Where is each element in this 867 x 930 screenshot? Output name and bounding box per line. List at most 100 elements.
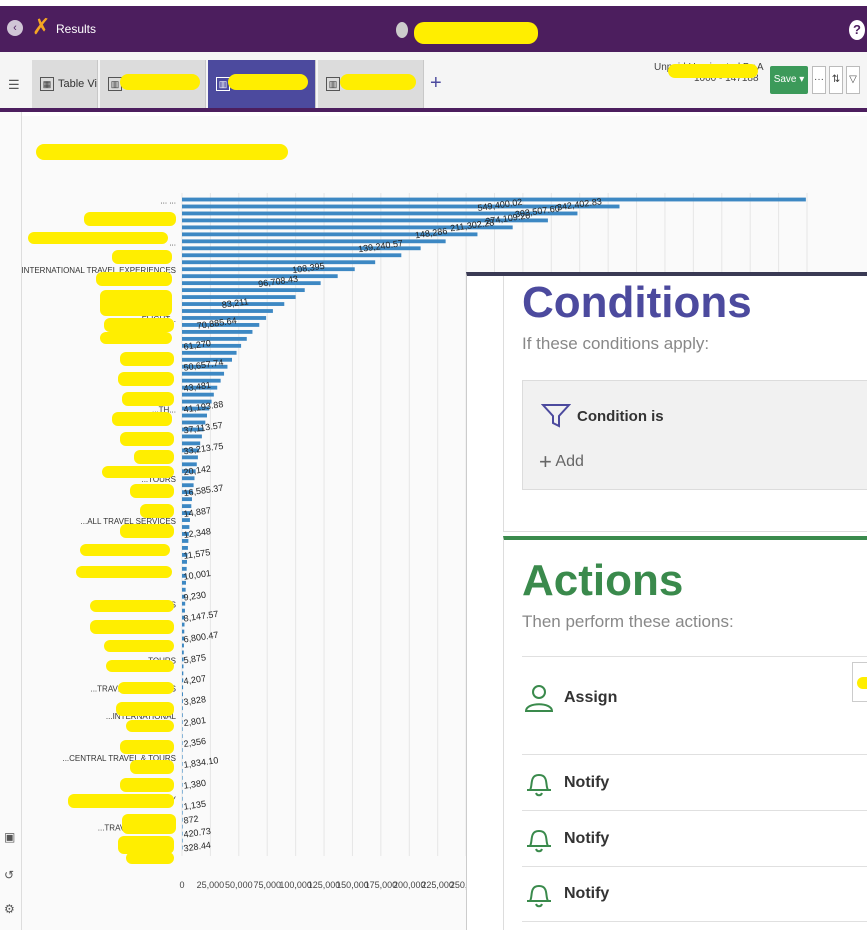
bell-icon xyxy=(527,885,551,908)
data-label: 4,207 xyxy=(183,673,207,686)
bar xyxy=(182,692,183,697)
bar xyxy=(182,685,184,690)
action-label: Notify xyxy=(564,829,610,847)
redaction-mark xyxy=(126,852,174,864)
redaction-mark xyxy=(120,524,174,538)
conditions-box: Condition is + Add xyxy=(522,380,867,490)
redaction-mark xyxy=(36,144,288,160)
redaction-mark xyxy=(120,432,174,446)
redaction-mark xyxy=(140,504,174,518)
redaction-mark xyxy=(112,250,172,264)
redaction-mark xyxy=(668,64,758,78)
category-label: ... xyxy=(169,238,176,247)
app-window: ‹ ✗ Results ? ☰ ▦ Table View ▥ ▥ ▥ + Unp… xyxy=(0,0,867,930)
redaction-mark xyxy=(134,450,174,464)
redaction-mark xyxy=(112,412,172,426)
bar xyxy=(182,768,183,773)
add-condition-button[interactable]: + Add xyxy=(539,449,584,475)
bar xyxy=(182,713,183,718)
bar xyxy=(182,260,376,265)
redaction-mark xyxy=(76,566,172,578)
bell-icon xyxy=(527,773,551,796)
redaction-mark xyxy=(118,372,174,386)
conditions-subtitle: If these conditions apply: xyxy=(522,334,710,353)
data-label: 5,875 xyxy=(183,652,207,665)
bar xyxy=(182,281,321,286)
redaction-mark xyxy=(118,682,174,694)
redaction-mark xyxy=(96,272,172,286)
bar xyxy=(182,755,183,759)
bar xyxy=(182,253,402,258)
filter-funnel-icon xyxy=(541,404,571,428)
add-label: Add xyxy=(555,453,584,470)
bar xyxy=(182,748,183,752)
conditions-title: Conditions xyxy=(522,278,752,327)
bar xyxy=(182,587,186,592)
redaction-mark xyxy=(120,74,200,90)
condition-row[interactable]: Condition is xyxy=(541,403,664,429)
data-label: 3,828 xyxy=(183,694,207,707)
data-label: 6,800.47 xyxy=(183,630,219,645)
action-label: Notify xyxy=(564,885,610,902)
data-label: 872 xyxy=(183,814,199,826)
action-row-assign[interactable]: Assign xyxy=(522,656,867,738)
bar xyxy=(182,608,185,613)
bar xyxy=(182,274,338,279)
bar xyxy=(182,329,253,334)
redaction-mark xyxy=(122,392,174,406)
plus-icon: + xyxy=(539,449,552,474)
data-label: 1,380 xyxy=(183,778,207,791)
bar xyxy=(182,650,184,655)
rule-panel: Conditions If these conditions apply: Co… xyxy=(466,272,867,930)
bar xyxy=(182,664,184,669)
redaction-mark xyxy=(118,836,174,854)
data-label: 8,147.57 xyxy=(183,609,219,624)
action-label: Notify xyxy=(564,773,610,791)
user-icon xyxy=(524,684,554,712)
redaction-mark xyxy=(120,352,174,366)
bar xyxy=(182,309,273,313)
action-row-notify-2[interactable]: Notify xyxy=(522,810,867,866)
redaction-mark xyxy=(120,740,174,754)
redaction-mark xyxy=(104,640,174,652)
data-label: 1,135 xyxy=(183,799,207,812)
bar xyxy=(182,267,355,272)
data-label: 2,801 xyxy=(183,715,207,728)
bar xyxy=(182,706,183,711)
redaction-mark xyxy=(80,544,170,556)
actions-title: Actions xyxy=(522,556,684,605)
bar xyxy=(182,392,214,397)
bar xyxy=(182,371,225,376)
redaction-mark xyxy=(104,318,174,332)
redaction-mark xyxy=(126,720,174,732)
data-label: 9,230 xyxy=(183,590,207,603)
redaction-mark xyxy=(120,778,174,792)
redaction-mark xyxy=(100,332,172,344)
action-row-notify-1[interactable]: Notify xyxy=(522,754,867,810)
bar xyxy=(182,789,183,794)
bar xyxy=(182,796,183,801)
redaction-mark xyxy=(340,74,416,90)
data-label: 2,356 xyxy=(183,736,207,749)
x-tick-label: 75,000 xyxy=(253,880,281,890)
action-row-notify-3[interactable]: Notify xyxy=(522,866,867,922)
redaction-mark xyxy=(122,814,176,834)
redaction-mark xyxy=(106,660,174,672)
bar xyxy=(182,546,188,550)
data-label: 420.73 xyxy=(183,826,212,840)
bar xyxy=(182,239,446,244)
bar xyxy=(182,727,183,732)
x-tick-label: 25,000 xyxy=(197,880,225,890)
data-label: 10,001 xyxy=(183,568,212,582)
bar xyxy=(182,824,183,829)
redaction-mark xyxy=(90,600,174,612)
bar xyxy=(182,288,305,293)
redaction-mark xyxy=(28,232,168,244)
redaction-mark xyxy=(130,484,174,498)
actions-subtitle: Then perform these actions: xyxy=(522,612,734,631)
redaction-mark xyxy=(100,290,172,316)
bar xyxy=(182,838,183,843)
x-tick-label: 0 xyxy=(179,880,184,890)
bar xyxy=(182,734,183,738)
data-label: 328.44 xyxy=(183,840,212,854)
